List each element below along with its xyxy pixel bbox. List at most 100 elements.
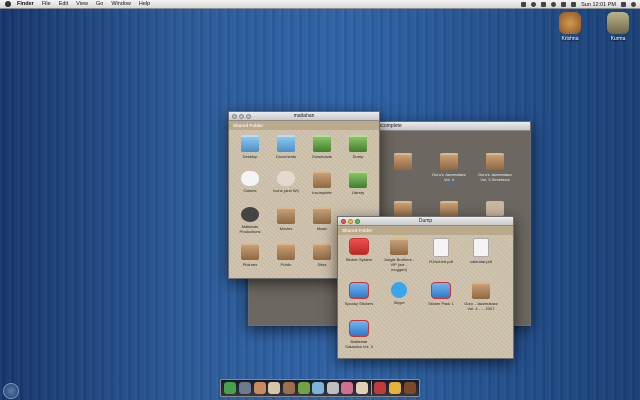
app-icon[interactable] — [341, 382, 354, 394]
menu-file[interactable]: File — [42, 1, 51, 7]
folder-item-incomplete[interactable]: Incomplete — [305, 171, 339, 195]
folder-item-guru-jazzmatazz[interactable]: Guru - Jazzmatazz Vol. 4 - ... 2007 — [464, 282, 498, 311]
desktop-icon-label: Krishna — [561, 36, 579, 42]
minimize-button[interactable] — [239, 113, 244, 119]
folder-item-dump[interactable]: Dump — [341, 135, 375, 159]
downloads-folder-icon — [313, 135, 331, 152]
user-icon[interactable] — [621, 2, 626, 7]
dump-window[interactable]: Dump Shared Folder Sticker System Jungle… — [337, 216, 514, 359]
sticker-icon — [349, 320, 369, 337]
app-icon[interactable] — [268, 382, 281, 394]
spotlight-icon[interactable] — [631, 2, 636, 7]
item-label: Guru - Jazzmatazz Vol. 4 - ... 2007 — [464, 301, 498, 311]
menu-help[interactable]: Help — [139, 1, 150, 7]
window-titlebar[interactable]: mattahan — [229, 112, 379, 121]
sidebar-header: Shared Folder — [338, 226, 513, 235]
robot-face-icon — [607, 12, 629, 34]
folder-icon — [390, 238, 408, 255]
app-icon[interactable] — [326, 382, 339, 394]
menubar-clock[interactable]: Sun 12:01 PM — [581, 2, 616, 8]
finder-face-icon[interactable] — [224, 382, 237, 394]
menu-finder[interactable]: Finder — [17, 1, 34, 7]
zoom-button[interactable] — [355, 218, 360, 224]
wifi-icon[interactable] — [551, 2, 557, 7]
folder-item-sites[interactable]: Sites — [305, 243, 339, 267]
folder-icon — [349, 135, 367, 152]
item-label: Mattahan Productions — [239, 224, 261, 234]
item-label: Battlestar Galactica Vol. 3 — [345, 339, 373, 349]
item-label: Games — [243, 188, 257, 193]
folder-item-documents[interactable]: Documents — [269, 135, 303, 159]
bluetooth-icon[interactable] — [541, 2, 547, 7]
folder-item-mattahan-productions[interactable]: Mattahan Productions — [233, 207, 267, 234]
file-item-battlestar[interactable]: Battlestar Galactica Vol. 3 — [342, 320, 376, 349]
close-button[interactable] — [341, 218, 346, 224]
battery-icon[interactable] — [571, 2, 577, 7]
app-icon[interactable] — [312, 382, 325, 394]
folder-item[interactable]: Guru's Jazzmatazz Vol. 4 21 items — [432, 153, 466, 187]
item-label: Documents — [275, 154, 297, 159]
menu-view[interactable]: View — [76, 1, 88, 7]
apple-menu-icon[interactable] — [5, 1, 11, 7]
zoom-button[interactable] — [246, 113, 251, 119]
sidebar-header: Shared Folder — [229, 121, 379, 130]
menu-edit[interactable]: Edit — [59, 1, 68, 7]
item-label: Incomplete — [312, 190, 332, 195]
folder-item-downloads[interactable]: Downloads — [305, 135, 339, 159]
sticker-icon — [349, 238, 369, 255]
app-icon[interactable] — [389, 382, 401, 394]
folder-item-library[interactable]: Library — [341, 171, 375, 195]
robot-icon[interactable] — [238, 382, 251, 394]
folder-icon — [313, 207, 331, 224]
minimize-button[interactable] — [348, 218, 353, 224]
app-icon[interactable] — [374, 382, 387, 394]
folder-item-public[interactable]: Public — [269, 243, 303, 267]
folder-item-desktop[interactable]: Desktop — [233, 135, 267, 159]
folder-icon — [277, 135, 295, 152]
item-label: calendar.pdf — [470, 259, 492, 264]
folder-item-jungle-brothers[interactable]: Jungle Brothers - VIP (we... mogged) — [382, 238, 416, 272]
frog-icon[interactable] — [297, 382, 310, 394]
folder-icon — [394, 153, 412, 170]
item-label: Icons (and Wi) — [273, 188, 299, 193]
status-icon[interactable] — [521, 2, 527, 7]
app-item-skype[interactable]: Skype — [382, 282, 416, 305]
file-item-sticker-system[interactable]: Sticker System — [342, 238, 376, 262]
app-icon[interactable] — [282, 382, 295, 394]
menu-go[interactable]: Go — [96, 1, 103, 7]
file-item-calendar-pdf[interactable]: calendar.pdf — [464, 238, 498, 264]
menubar: Finder File Edit View Go Window Help Sun… — [0, 0, 640, 9]
close-button[interactable] — [232, 113, 237, 119]
folder-item[interactable]: Guru's Jazzmatazz Vol. 3 Streetsoul — [478, 153, 512, 182]
folder-item-music[interactable]: Music — [305, 207, 339, 231]
item-label: Guru's Jazzmatazz Vol. 3 Streetsoul — [478, 172, 512, 182]
window-titlebar[interactable]: Dump — [338, 217, 513, 226]
item-label: Sites — [317, 262, 327, 267]
desktop-icon-kurma[interactable]: Kurma — [603, 12, 633, 42]
folder-item-movies[interactable]: Movies — [269, 207, 303, 231]
globe-icon[interactable] — [3, 383, 19, 399]
character-icon — [241, 207, 259, 222]
folder-icon — [313, 171, 331, 188]
file-item-sticker-pack[interactable]: Sticker Pack 1 — [424, 282, 458, 306]
file-item-sched-pdf[interactable]: R1/sched.pdf — [424, 238, 458, 264]
folder-item-icons[interactable]: Icons (and Wi) — [269, 171, 303, 193]
status-icon[interactable] — [531, 2, 537, 7]
item-label: Library — [351, 190, 365, 195]
menu-window[interactable]: Window — [111, 1, 131, 7]
folder-item-games[interactable]: Games — [233, 171, 267, 193]
item-label: Desktop — [242, 154, 258, 159]
volume-icon[interactable] — [561, 2, 567, 7]
item-sublabel: 21 items — [441, 182, 457, 187]
trash-icon[interactable] — [403, 382, 416, 394]
folder-item[interactable] — [386, 153, 420, 172]
folder-icon — [486, 153, 504, 170]
desktop-icon-krishna[interactable]: Krishna — [555, 12, 585, 42]
folder-icon — [472, 282, 490, 299]
app-icon[interactable] — [356, 382, 369, 394]
folder-item-pictures[interactable]: Pictures — [233, 243, 267, 267]
character-icon[interactable] — [253, 382, 266, 394]
file-item-spooky-stickers[interactable]: Spooky Stickers — [342, 282, 376, 306]
bird-icon — [277, 171, 295, 186]
folder-icon — [440, 153, 458, 170]
